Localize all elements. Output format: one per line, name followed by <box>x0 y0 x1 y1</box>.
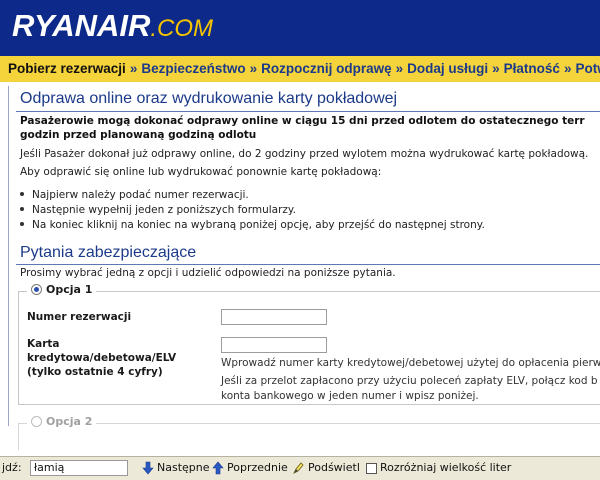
ryanair-logo[interactable]: RYANAIR.COM <box>12 8 213 44</box>
breadcrumb-separator: » <box>249 61 258 76</box>
security-questions-title: Pytania zabezpieczające <box>20 244 197 261</box>
find-label: jdź: <box>2 461 22 474</box>
breadcrumb-separator: » <box>563 61 572 76</box>
option-1-fieldset: Opcja 1 Numer rezerwacji Karta kredytowa… <box>18 283 600 405</box>
reprint-note: Jeśli Pasażer dokonał już odprawy online… <box>20 148 589 160</box>
find-next-button[interactable]: Następne <box>142 457 210 479</box>
option-1-label[interactable]: Opcja 1 <box>46 283 92 296</box>
breadcrumb-step[interactable]: Bezpieczeństwo <box>141 61 245 76</box>
breadcrumb-separator: » <box>129 61 138 76</box>
list-item: Najpierw należy podać numer rezerwacji. <box>18 188 485 203</box>
section-divider <box>16 111 600 112</box>
option-2-fieldset: Opcja 2 <box>18 415 600 450</box>
checkin-window-text-cont: godzin przed planowaną godziną odlotu <box>20 129 257 141</box>
card-label: Karta kredytowa/debetowa/ELV (tylko osta… <box>27 338 177 378</box>
bullet-icon <box>20 207 24 211</box>
arrow-down-icon <box>142 461 154 475</box>
option-1-legend: Opcja 1 <box>27 283 97 296</box>
site-header: RYANAIR.COM <box>0 0 600 56</box>
card-hint: Wprowadź numer karty kredytowej/debetowe… <box>221 357 600 369</box>
security-instruction: Prosimy wybrać jedną z opcji i udzielić … <box>20 267 396 279</box>
option-2-radio[interactable] <box>31 416 42 427</box>
checkin-window-text: Pasażerowie mogą dokonać odprawy online … <box>20 115 585 127</box>
option-1-radio[interactable] <box>31 284 42 295</box>
booking-number-label: Numer rezerwacji <box>27 311 132 323</box>
checkin-steps-list: Najpierw należy podać numer rezerwacji. … <box>18 188 485 233</box>
find-previous-button[interactable]: Poprzednie <box>212 457 288 479</box>
bullet-icon <box>20 222 24 226</box>
elv-hint-cont: konta bankowego w jeden numer i wpisz po… <box>221 390 479 402</box>
list-item: Następnie wypełnij jeden z poniższych fo… <box>18 203 485 218</box>
option-2-legend: Opcja 2 <box>27 415 97 428</box>
content-left-border <box>8 86 9 426</box>
card-last4-input[interactable] <box>221 337 327 353</box>
how-to-intro: Aby odprawić się online lub wydrukować p… <box>20 166 382 178</box>
checkbox-icon[interactable] <box>366 462 377 474</box>
logo-main: RYANAIR <box>12 8 151 43</box>
breadcrumb-separator: » <box>492 61 500 76</box>
highlighter-pen-icon <box>293 462 304 474</box>
section-divider <box>16 264 600 265</box>
breadcrumb-step[interactable]: Płatność <box>504 61 560 76</box>
checkin-steps-breadcrumb: Pobierz rezerwacji» Bezpieczeństwo» Rozpoc… <box>0 56 600 82</box>
logo-suffix: .COM <box>150 15 214 42</box>
find-input[interactable]: łamią <box>30 460 128 476</box>
breadcrumb-step: Pobierz rezerwacji <box>8 61 126 76</box>
browser-find-bar: jdź: łamią Następne Poprzednie Podświetl… <box>0 456 600 480</box>
breadcrumb-step[interactable]: Rozpocznij odprawę <box>261 61 392 76</box>
arrow-up-icon <box>212 461 224 475</box>
online-checkin-title: Odprawa online oraz wydrukowanie karty p… <box>20 90 398 107</box>
bullet-icon <box>20 192 24 196</box>
main-content: Odprawa online oraz wydrukowanie karty p… <box>8 82 600 450</box>
breadcrumb-step[interactable]: Dodaj usługi <box>407 61 488 76</box>
elv-hint: Jeśli za przelot zapłacono przy użyciu p… <box>221 375 598 387</box>
breadcrumb-separator: » <box>395 61 404 76</box>
option-2-label[interactable]: Opcja 2 <box>46 415 92 428</box>
list-item: Na koniec kliknij na koniec na wybraną p… <box>18 218 485 233</box>
breadcrumb-step[interactable]: Potwierd <box>575 61 600 76</box>
match-case-checkbox[interactable]: Rozróżniaj wielkość liter <box>366 457 511 479</box>
booking-number-input[interactable] <box>221 309 327 325</box>
highlight-all-button[interactable]: Podświetl <box>292 457 360 479</box>
